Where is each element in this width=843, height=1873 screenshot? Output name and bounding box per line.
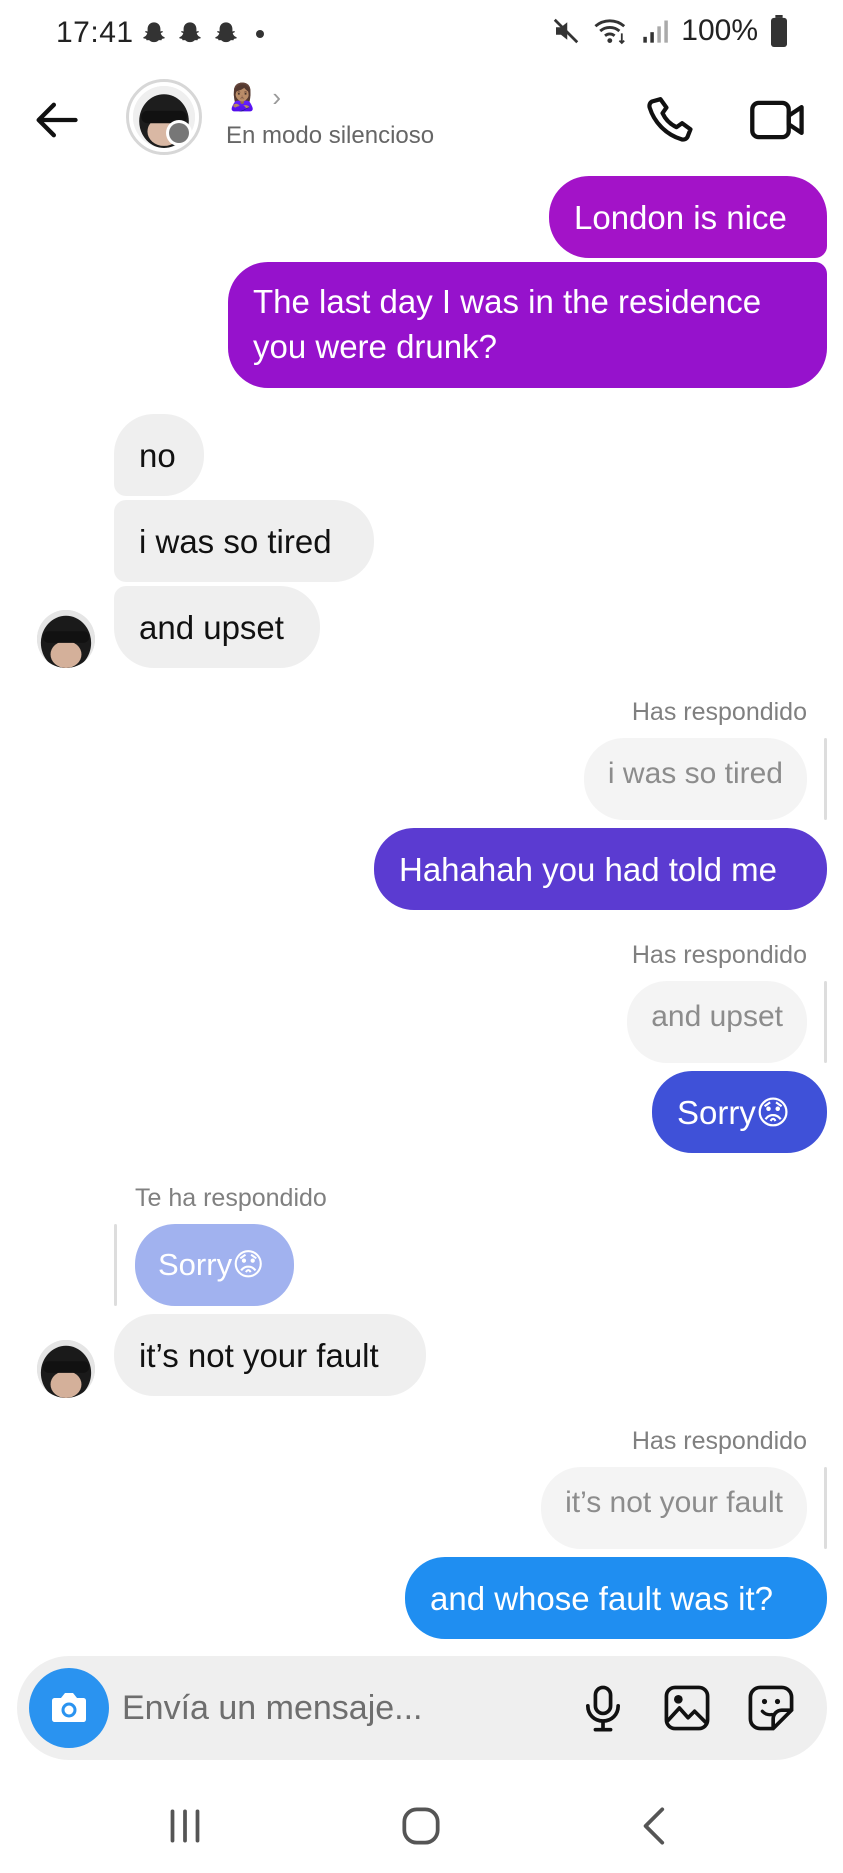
gallery-icon[interactable] [661,1682,713,1734]
replied-message-quote[interactable]: i was so tired [583,738,807,820]
system-nav-bar [0,1775,843,1873]
quote-bar [824,981,827,1063]
camera-button[interactable] [29,1668,109,1748]
outgoing-message[interactable]: London is nice [549,176,827,258]
message-text: Hahahah you had told me [399,851,777,888]
chat-screen: 17:41 100% [0,0,843,1873]
outgoing-message[interactable]: and whose fault was it? [405,1557,827,1639]
sender-avatar[interactable] [37,610,95,668]
quote-bar [114,1224,117,1306]
contact-name-emoji: 🙎🏽‍♀️ [226,82,259,112]
reply-label: Te ha respondido [135,1184,327,1212]
incoming-message[interactable]: and upset [114,586,320,668]
snapchat-icon [179,22,201,43]
back-nav-icon[interactable] [631,1801,681,1851]
reply-label: Has respondido [631,1427,807,1455]
message-text: and upset [139,609,284,646]
message-text: and whose fault was it? [430,1580,774,1617]
contact-status-text: En modo silencioso [226,122,435,149]
outgoing-message[interactable]: The last day I was in the residence you … [228,262,827,388]
phone-call-icon[interactable] [645,91,701,147]
quote-bar [824,738,827,820]
quote-text: it’s not your fault [565,1486,783,1519]
incoming-message[interactable]: i was so tired [114,500,374,582]
message-text: it’s not your fault [139,1337,379,1374]
message-text: Sorry😟 [677,1094,791,1131]
replied-message-quote[interactable]: it’s not your fault [541,1467,807,1549]
outgoing-message[interactable]: Hahahah you had told me [374,828,827,910]
replied-message-quote[interactable]: Sorry😟 [135,1224,294,1306]
status-bar: 17:41 100% [0,0,843,66]
reply-label: Has respondido [631,698,807,726]
quote-text: i was so tired [607,757,783,790]
wifi-icon [594,19,626,45]
message-text: London is nice [574,199,787,236]
home-icon[interactable] [396,1801,446,1851]
message-text-line: The last day I was in the residence [253,283,762,320]
camera-icon [52,1693,86,1722]
signal-icon [643,20,669,43]
quote-text: and upset [651,1000,783,1033]
message-composer [17,1656,827,1760]
more-notifications-dot [256,30,264,38]
battery-percent: 100% [681,14,758,47]
message-text: i was so tired [139,523,332,560]
status-right: 100% [551,14,788,48]
reply-label: Has respondido [631,941,807,969]
mute-icon [554,18,579,44]
quote-text: Sorry😟 [158,1247,265,1282]
video-call-icon[interactable] [748,94,808,146]
contact-name-row[interactable]: 🙎🏽‍♀️ › [226,82,281,113]
outgoing-message[interactable]: Sorry😟 [652,1071,827,1153]
message-input[interactable] [122,1678,572,1738]
battery-icon [771,15,787,47]
message-text: no [139,437,176,474]
snapchat-icon [143,22,165,43]
notification-icons [140,20,264,48]
back-arrow-icon[interactable] [30,94,82,146]
contact-avatar[interactable] [126,79,202,155]
sticker-icon[interactable] [745,1682,797,1734]
incoming-message[interactable]: no [114,414,204,496]
status-time: 17:41 [56,16,134,49]
message-text-line: you were drunk? [253,328,497,365]
incoming-message[interactable]: it’s not your fault [114,1314,426,1396]
chevron-right-icon: › [272,82,282,112]
sender-avatar[interactable] [37,1340,95,1398]
recent-apps-icon[interactable] [160,1801,210,1851]
chat-header: 🙎🏽‍♀️ › En modo silencioso [0,66,843,171]
microphone-icon[interactable] [577,1682,629,1734]
quote-bar [824,1467,827,1549]
snapchat-icon [215,22,237,43]
replied-message-quote[interactable]: and upset [627,981,807,1063]
muted-status-badge [166,120,192,146]
